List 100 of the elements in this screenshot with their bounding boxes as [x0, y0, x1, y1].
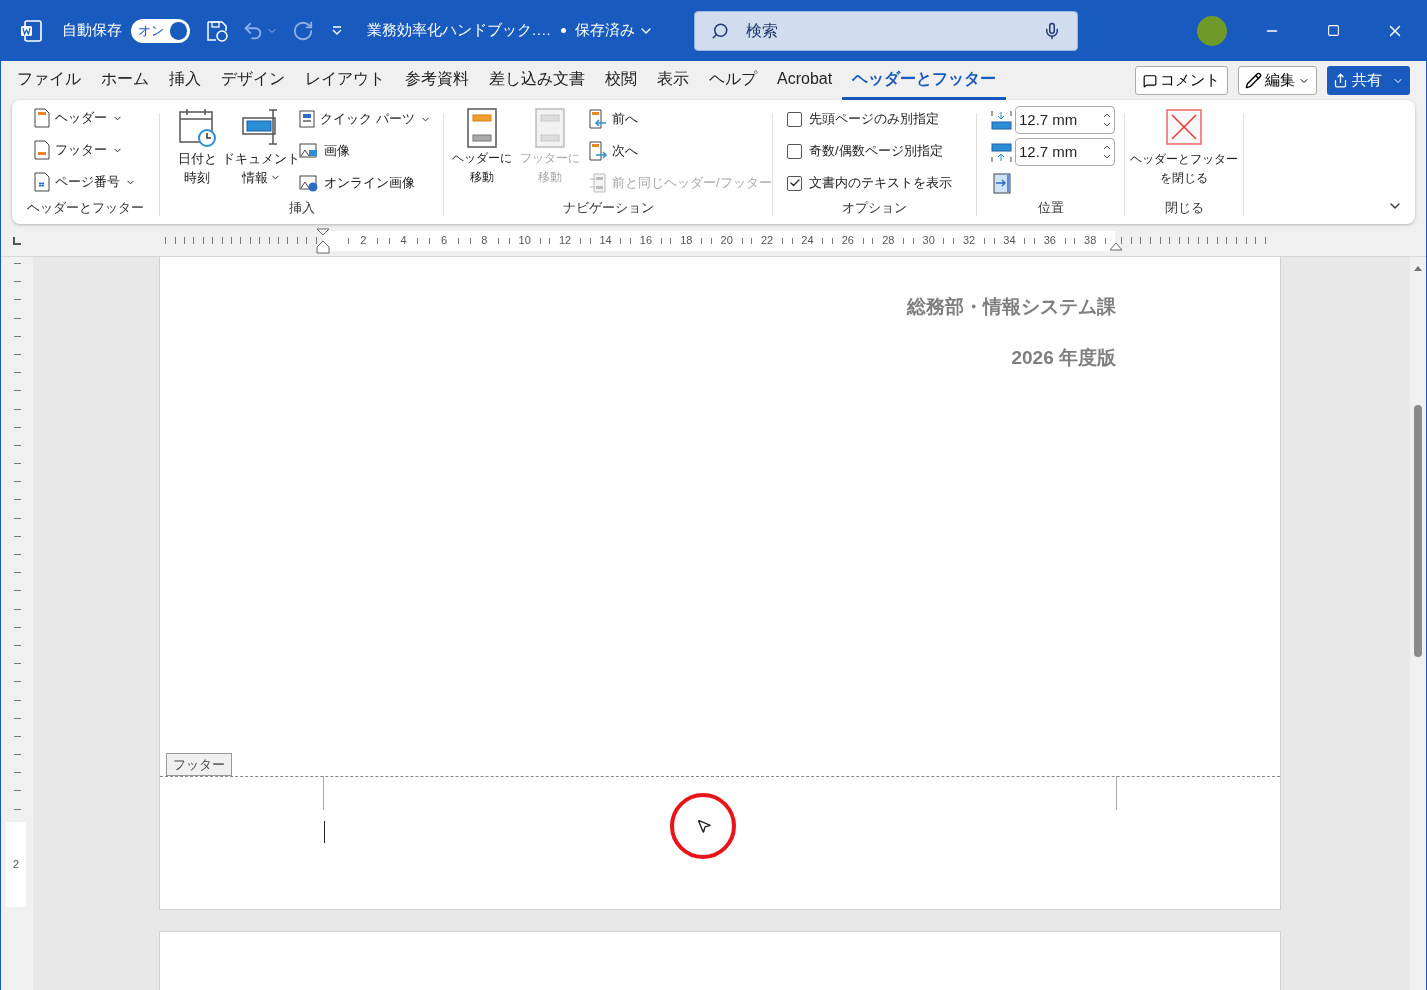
document-parts-icon: [299, 110, 315, 128]
share-icon: [1333, 73, 1348, 88]
close-icon: [1166, 109, 1202, 145]
checkbox[interactable]: [787, 175, 802, 191]
search-field[interactable]: 検索: [694, 10, 1079, 51]
calendar-clock-icon: [177, 108, 217, 148]
header-icon: [34, 108, 50, 128]
ruler-number: 8: [481, 235, 488, 246]
spinner-arrows-icon[interactable]: [1103, 112, 1111, 128]
header-text: 2026 年度版: [1011, 345, 1116, 370]
ribbon-tab[interactable]: 校閲: [595, 61, 647, 100]
group-label: 挿入: [288, 199, 315, 217]
ribbon-button[interactable]: オンライン画像: [299, 172, 431, 194]
ribbon-tab[interactable]: ファイル: [7, 61, 91, 100]
ruler-number: 26: [841, 235, 854, 246]
ribbon-tab[interactable]: ヘルプ: [699, 61, 767, 100]
maximize-icon[interactable]: [1327, 24, 1340, 37]
ribbon-tab[interactable]: 差し込み文書: [479, 61, 595, 100]
footer-icon: [34, 140, 50, 160]
picture-icon: [299, 142, 319, 160]
ruler-number: 24: [801, 235, 814, 246]
ruler-number: 4: [400, 235, 407, 246]
save-sync-icon[interactable]: [206, 19, 228, 42]
autosave-toggle[interactable]: オン: [131, 18, 190, 43]
group-label: ヘッダーとフッター: [27, 199, 144, 217]
scrollbar-thumb[interactable]: [1414, 405, 1422, 657]
ruler-number: 12: [559, 235, 572, 246]
checkbox-label: 先頭ページのみ別指定: [809, 110, 939, 129]
pencil-icon: [1245, 72, 1262, 89]
ruler-number: 18: [680, 235, 693, 246]
header-position-icon: [991, 109, 1012, 131]
online-picture-icon: [299, 174, 319, 192]
group-label: 位置: [1037, 199, 1064, 217]
ruler-number: 34: [1003, 235, 1016, 246]
ribbon-button[interactable]: 前へ: [589, 108, 772, 130]
search-input[interactable]: 検索: [746, 18, 1044, 43]
ruler-number: 14: [599, 235, 612, 246]
ribbon-tab[interactable]: 参考資料: [395, 61, 479, 100]
ribbon-tab[interactable]: 表示: [647, 61, 699, 100]
ruler-number: 36: [1043, 235, 1056, 246]
ruler-number: 38: [1084, 235, 1097, 246]
ruler-number: 20: [720, 235, 733, 246]
dropdown-button[interactable]: ヘッダー: [34, 108, 159, 128]
ribbon-button[interactable]: クイック パーツ: [299, 108, 431, 130]
comment-button[interactable]: コメント: [1135, 66, 1228, 95]
highlight-circle: [669, 792, 737, 860]
scroll-up-icon[interactable]: [1413, 264, 1423, 272]
customize-toolbar-icon[interactable]: [331, 25, 343, 36]
ribbon-tab[interactable]: 挿入: [159, 61, 211, 100]
ribbon-tab[interactable]: ホーム: [91, 61, 159, 100]
link-to-previous-icon: [589, 173, 607, 193]
next-icon: [589, 141, 607, 161]
go-to-header-icon: [467, 108, 497, 148]
previous-icon: [589, 109, 607, 129]
ruler-number: 16: [639, 235, 653, 246]
vertical-scrollbar[interactable]: [1410, 257, 1426, 990]
group-label: オプション: [842, 199, 907, 217]
dropdown-button[interactable]: フッター: [34, 140, 159, 160]
autosave-label: 自動保存: [62, 20, 122, 41]
checkbox[interactable]: [787, 143, 802, 159]
checkbox-label: 文書内のテキストを表示: [809, 174, 952, 193]
group-label: 閉じる: [1164, 199, 1204, 217]
large-ribbon-button[interactable]: ヘッダーに 移動: [448, 105, 516, 198]
mouse-pointer-icon: [696, 818, 712, 834]
tab-selector-icon[interactable]: [13, 236, 21, 245]
insert-alignment-tab-icon[interactable]: [993, 173, 1011, 194]
ruler-number: 10: [518, 235, 531, 246]
ruler-number: 2: [360, 235, 367, 246]
ribbon-tab[interactable]: レイアウト: [295, 61, 395, 100]
ribbon-tab[interactable]: Acrobat: [767, 61, 843, 100]
footer-tag: フッター: [166, 753, 232, 776]
ruler-number: 6: [440, 235, 448, 246]
spin-field[interactable]: 12.7 mm: [1015, 138, 1115, 166]
ribbon-tab[interactable]: デザイン: [211, 61, 295, 100]
indent-marker-icon[interactable]: [316, 227, 330, 254]
search-icon: [711, 21, 730, 40]
share-button[interactable]: 共有: [1327, 66, 1410, 95]
ruler-number: 2: [12, 857, 20, 873]
checkbox-label: 奇数/偶数ページ別指定: [809, 142, 943, 161]
spinner-arrows-icon[interactable]: [1103, 144, 1111, 160]
ribbon-button[interactable]: 次へ: [589, 140, 772, 162]
footer-position-icon: [991, 141, 1012, 163]
text-cursor: [324, 821, 325, 843]
checkbox[interactable]: [787, 111, 802, 127]
header-text: 総務部・情報システム課: [907, 295, 1116, 319]
spin-field[interactable]: 12.7 mm: [1015, 106, 1115, 134]
save-status[interactable]: 保存済み: [575, 19, 636, 42]
close-header-footer-button[interactable]: ヘッダーとフッター を閉じる: [1125, 105, 1243, 198]
redo-icon[interactable]: [292, 19, 314, 42]
comment-icon: [1143, 73, 1157, 88]
bullet-separator-icon: [561, 28, 567, 33]
right-indent-marker-icon[interactable]: [1109, 240, 1123, 251]
word-logo-icon[interactable]: [20, 19, 42, 42]
ruler-number: 32: [962, 235, 976, 246]
ruler-number: 22: [760, 235, 774, 246]
dropdown-button[interactable]: ページ番号: [34, 172, 159, 192]
page-number-icon: [34, 172, 50, 192]
edit-button[interactable]: 編集: [1238, 66, 1317, 95]
document-title[interactable]: 業務効率化ハンドブック.…: [367, 19, 552, 42]
ribbon-button[interactable]: 画像: [299, 140, 431, 162]
